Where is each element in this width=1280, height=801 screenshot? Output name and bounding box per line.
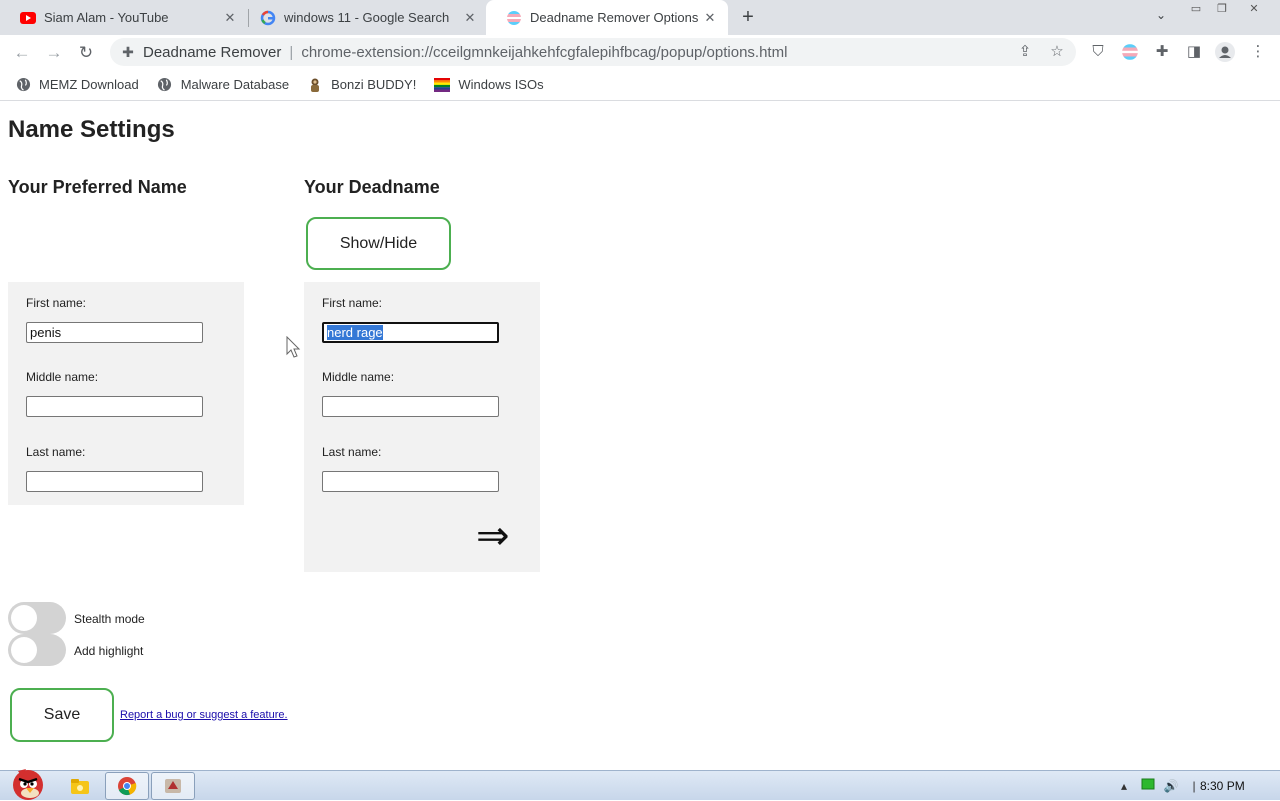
tab-google-search[interactable]: windows 11 - Google Search ✕ [240, 0, 488, 35]
taskbar-app[interactable] [151, 772, 195, 800]
middle-name-label: Middle name: [26, 370, 99, 384]
restore-button[interactable]: ❐ [1208, 0, 1236, 18]
tab-deadname-remover[interactable]: Deadname Remover Options ✕ [486, 0, 728, 35]
site-name: Deadname Remover [143, 43, 282, 61]
google-icon [260, 10, 276, 26]
tab-title: Siam Alam - YouTube [44, 10, 169, 25]
browser-toolbar: ← → ↻ ✚ Deadname Remover | chrome-extens… [0, 35, 1280, 69]
menu-icon[interactable]: ⋮ [1248, 42, 1268, 62]
first-name-label: First name: [322, 296, 383, 310]
bookmark-memz[interactable]: MEMZ Download [15, 77, 139, 93]
side-panel-icon[interactable]: ◨ [1184, 42, 1204, 62]
preferred-name-panel: First name: penis Middle name: Last name… [8, 282, 244, 505]
address-bar[interactable]: ✚ Deadname Remover | chrome-extension://… [110, 38, 1076, 66]
preferred-middle-name-input[interactable] [26, 396, 203, 417]
preferred-last-name-input[interactable] [26, 471, 203, 492]
back-button[interactable]: ← [10, 41, 34, 65]
url-text: chrome-extension://cceilgmnkeijahkehfcgf… [301, 43, 788, 61]
deadname-last-name-input[interactable] [322, 471, 499, 492]
minimize-button[interactable]: ▭ [1182, 0, 1210, 18]
last-name-label: Last name: [26, 445, 86, 459]
bookmark-star-icon[interactable]: ☆ [1048, 43, 1066, 61]
app-icon [165, 779, 181, 793]
report-bug-link[interactable]: Report a bug or suggest a feature. [120, 709, 288, 721]
bonzi-icon [307, 77, 323, 93]
tray-overflow-icon[interactable]: ▴ [1116, 778, 1132, 794]
stealth-mode-label: Stealth mode [74, 612, 145, 626]
profile-icon[interactable] [1215, 42, 1235, 62]
bookmark-malware-database[interactable]: Malware Database [157, 77, 289, 93]
share-icon[interactable]: ⇪ [1016, 43, 1034, 61]
shield-icon[interactable]: ⛉ [1088, 42, 1108, 62]
browser-window: Siam Alam - YouTube ✕ windows 11 - Googl… [0, 0, 1280, 770]
first-name-label: First name: [26, 296, 87, 310]
trans-flag-extension-icon[interactable] [1120, 42, 1140, 62]
mouse-cursor-icon [286, 336, 301, 358]
divider: | [289, 43, 294, 61]
save-button[interactable]: Save [10, 688, 114, 742]
volume-icon[interactable]: 🔊 [1163, 778, 1179, 794]
tab-title: Deadname Remover Options [530, 10, 699, 25]
forward-button[interactable]: → [42, 41, 66, 65]
bookmark-bonzi-buddy[interactable]: Bonzi BUDDY! [307, 77, 416, 93]
add-highlight-toggle[interactable] [8, 634, 66, 666]
globe-icon [157, 77, 173, 93]
bookmark-label: Malware Database [180, 77, 290, 92]
close-icon[interactable]: ✕ [222, 10, 238, 26]
new-tab-button[interactable]: + [737, 6, 759, 28]
taskbar-clock[interactable]: 8:30 PM [1200, 779, 1245, 793]
close-icon[interactable]: ✕ [702, 10, 718, 26]
toggle-knob [11, 605, 37, 631]
window-close-button[interactable]: ✕ [1240, 0, 1268, 18]
angry-bird-start-icon[interactable] [4, 763, 50, 801]
bookmark-label: MEMZ Download [39, 77, 139, 92]
puzzle-icon: ✚ [122, 43, 134, 60]
extensions-icon[interactable]: ✚ [1152, 42, 1172, 62]
chevron-down-icon[interactable]: ⌄ [1152, 8, 1170, 26]
bookmarks-bar: MEMZ Download Malware Database Bonzi BUD… [0, 69, 1280, 101]
preferred-name-heading: Your Preferred Name [8, 177, 187, 197]
middle-name-label: Middle name: [322, 370, 395, 384]
bookmark-windows-isos[interactable]: Windows ISOs [434, 77, 544, 93]
selected-text: nerd rage [327, 325, 383, 340]
add-highlight-label: Add highlight [74, 644, 144, 658]
options-page: Name Settings Your Preferred Name Your D… [0, 102, 1280, 770]
bookmark-label: Bonzi BUDDY! [331, 77, 417, 92]
rainbow-flag-icon [434, 77, 451, 93]
last-name-label: Last name: [322, 445, 382, 459]
close-icon[interactable]: ✕ [462, 10, 478, 26]
deadname-first-name-input[interactable]: nerd rage [322, 322, 499, 343]
globe-icon [15, 77, 31, 93]
deadname-heading: Your Deadname [304, 177, 440, 197]
tab-youtube[interactable]: Siam Alam - YouTube ✕ [0, 0, 248, 35]
deadname-middle-name-input[interactable] [322, 396, 499, 417]
trans-flag-icon [506, 10, 522, 26]
preferred-first-name-input[interactable]: penis [26, 322, 203, 343]
stealth-mode-toggle[interactable] [8, 602, 66, 634]
tab-title: windows 11 - Google Search [284, 10, 450, 25]
taskbar-file-explorer[interactable] [58, 772, 102, 800]
youtube-icon [20, 10, 36, 26]
show-hide-button[interactable]: Show/Hide [306, 217, 451, 270]
reload-button[interactable]: ↻ [74, 41, 98, 65]
double-arrow-icon[interactable]: ⇒ [476, 514, 510, 558]
battery-icon[interactable] [1140, 778, 1156, 794]
taskbar: ▴ 🔊 | 8:30 PM [0, 769, 1280, 800]
folder-icon [71, 779, 89, 794]
chrome-icon [118, 777, 137, 796]
toggle-knob [11, 637, 37, 663]
page-title: Name Settings [8, 116, 175, 143]
bookmark-label: Windows ISOs [458, 77, 544, 92]
tab-strip: Siam Alam - YouTube ✕ windows 11 - Googl… [0, 0, 1280, 35]
taskbar-chrome[interactable] [105, 772, 149, 800]
